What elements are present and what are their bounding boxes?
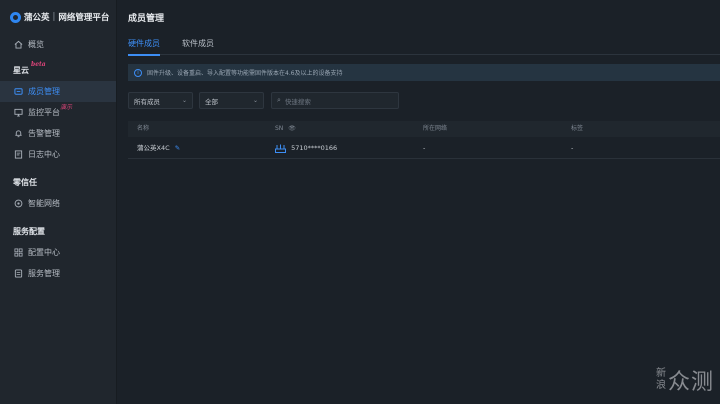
member-select-value: 所有成员 [134, 97, 160, 106]
edit-pencil-icon[interactable]: ✎ [175, 144, 180, 152]
table-header: 名称 SN 👁 所在网络 标签 [128, 121, 720, 137]
sidebar-item-label: 成员管理 [28, 87, 60, 96]
chevron-down-icon: ⌄ [252, 97, 258, 104]
sidebar-item-label: 日志中心 [28, 150, 60, 159]
config-icon [13, 248, 23, 258]
router-icon [275, 144, 286, 153]
main-content: 成员管理 硬件成员 软件成员 i 固件升级、设备重启、导入配置等功能需固件版本在… [118, 0, 720, 404]
status-select-value: 全部 [205, 97, 218, 106]
sidebar-item-label: 监控平台 [28, 108, 60, 117]
beta-badge: beta [31, 61, 46, 68]
sidebar-item-label: 概览 [28, 40, 44, 49]
sidebar-item-config-center[interactable]: 配置中心 [0, 242, 116, 263]
sidebar-item-alerts[interactable]: 告警管理 [0, 123, 116, 144]
row-tag: - [571, 144, 574, 152]
group-title-xingyun: 星云 beta [13, 61, 46, 75]
eye-icon: 👁 [288, 125, 296, 132]
row-sn: 5710****0166 [275, 137, 337, 159]
demo-badge: 演示 [60, 104, 73, 111]
row-name: 蒲公英X4C ✎ [137, 144, 181, 152]
brand[interactable]: 蒲公英 | 网络管理平台 [0, 0, 116, 34]
watermark-big: 众测 [667, 370, 714, 395]
bell-icon [13, 129, 23, 139]
sidebar-item-smart-network[interactable]: 智能网络 [0, 193, 116, 214]
member-select[interactable]: 所有成员 ⌄ [128, 92, 193, 109]
brand-name: 蒲公英 [24, 13, 50, 23]
sidebar: 蒲公英 | 网络管理平台 概览 星云 beta 成员管理 监控平台 演示 告警管… [0, 0, 117, 404]
sidebar-item-label: 智能网络 [28, 199, 60, 208]
watermark: 新 浪 众测 [656, 364, 714, 396]
tab-hardware-members[interactable]: 硬件成员 [128, 36, 160, 56]
notice-text: 固件升级、设备重启、导入配置等功能需固件版本在4.6及以上的设备支持 [147, 70, 343, 77]
brand-separator: | [52, 12, 56, 22]
member-tabs: 硬件成员 软件成员 [128, 36, 720, 56]
tab-software-members[interactable]: 软件成员 [182, 36, 214, 55]
sidebar-item-member-management[interactable]: 成员管理 [0, 81, 116, 102]
info-icon: i [134, 68, 142, 77]
member-icon [13, 87, 23, 97]
status-select[interactable]: 全部 ⌄ [199, 92, 264, 109]
sidebar-item-overview[interactable]: 概览 [0, 34, 116, 55]
column-header-network: 所在网络 [423, 125, 448, 132]
log-icon [13, 150, 23, 160]
brand-platform: 网络管理平台 [58, 13, 110, 23]
column-header-name: 名称 [137, 125, 150, 132]
column-header-tag: 标签 [571, 125, 584, 132]
row-network: - [423, 144, 426, 152]
sidebar-item-monitor[interactable]: 监控平台 演示 [0, 102, 116, 123]
monitor-icon [13, 108, 23, 118]
chevron-down-icon: ⌄ [181, 97, 187, 104]
column-header-sn: SN 👁 [275, 125, 296, 132]
search-input[interactable]: ⌕ 快速搜索 [271, 92, 399, 109]
watermark-small: 新 浪 [655, 368, 666, 391]
group-title-zero-trust: 零信任 [13, 177, 37, 187]
group-title-service-config: 服务配置 [13, 226, 45, 236]
service-icon [13, 269, 23, 279]
page-title: 成员管理 [128, 14, 165, 24]
brand-logo-icon [10, 11, 21, 23]
sidebar-item-label: 服务管理 [28, 269, 60, 278]
sidebar-item-service-management[interactable]: 服务管理 [0, 263, 116, 284]
home-icon [13, 40, 23, 50]
network-icon [13, 199, 23, 209]
sidebar-item-label: 配置中心 [28, 248, 60, 257]
search-icon: ⌕ [277, 96, 281, 104]
sidebar-item-logs[interactable]: 日志中心 [0, 144, 116, 165]
search-placeholder: 快速搜索 [284, 97, 311, 106]
sidebar-item-label: 告警管理 [28, 129, 60, 138]
table-row[interactable]: 蒲公英X4C ✎ 5710****0166 - - [128, 137, 720, 159]
notice-banner: i 固件升级、设备重启、导入配置等功能需固件版本在4.6及以上的设备支持 [128, 64, 720, 81]
